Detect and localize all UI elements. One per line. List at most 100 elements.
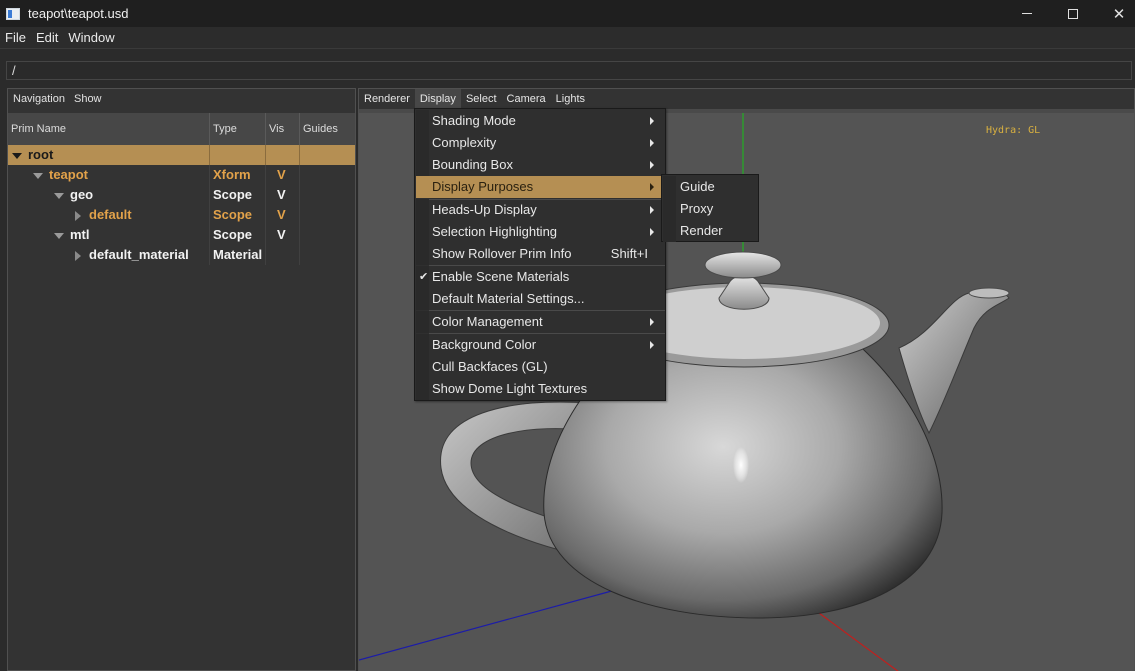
prim-vis[interactable]: V <box>266 185 300 205</box>
viewport-menu-bar: Renderer Display Select Camera Lights <box>359 89 1134 109</box>
checkmark-icon: ✔ <box>419 271 429 283</box>
column-prim-name[interactable]: Prim Name <box>8 113 210 145</box>
menu-select[interactable]: Select <box>461 89 502 109</box>
close-button[interactable]: ✕ <box>1096 0 1135 27</box>
menu-item-heads-up-display[interactable]: Heads-Up Display <box>416 199 664 221</box>
app-window-icon <box>6 7 20 20</box>
display-purposes-submenu: Guide Proxy Render <box>661 174 759 242</box>
minimize-icon <box>1022 13 1032 14</box>
display-menu: Shading Mode Complexity Bounding Box Dis… <box>414 108 666 401</box>
title-bar: teapot\teapot.usd ✕ <box>0 0 1135 27</box>
prim-type: Xform <box>210 165 266 185</box>
prim-path-field[interactable]: / <box>6 61 1132 80</box>
prim-name: teapot <box>49 167 88 182</box>
collapse-arrow-icon[interactable] <box>75 250 81 261</box>
submenu-arrow-icon <box>650 228 654 236</box>
prim-tree-header: Prim Name Type Vis Guides <box>8 113 355 145</box>
expand-arrow-icon[interactable] <box>12 152 22 159</box>
prim-vis[interactable]: V <box>266 225 300 245</box>
menu-item-complexity[interactable]: Complexity <box>416 132 664 154</box>
menu-item-show-dome-light-textures[interactable]: Show Dome Light Textures <box>416 378 664 400</box>
hud-renderer-label: Hydra: GL <box>986 125 1041 136</box>
prim-type: Scope <box>210 205 266 225</box>
submenu-arrow-icon <box>650 139 654 147</box>
prim-guides <box>300 225 355 245</box>
expand-arrow-icon[interactable] <box>33 172 43 179</box>
prim-name: default <box>89 207 132 222</box>
tree-row-default[interactable]: default Scope V <box>8 205 355 225</box>
menu-camera[interactable]: Camera <box>502 89 551 109</box>
submenu-item-guide[interactable]: Guide <box>663 176 757 198</box>
window-title: teapot\teapot.usd <box>28 6 129 21</box>
specular-highlight <box>733 447 749 483</box>
menu-item-shading-mode[interactable]: Shading Mode <box>416 110 664 132</box>
tree-row-mtl[interactable]: mtl Scope V <box>8 225 355 245</box>
z-axis-line <box>359 588 620 661</box>
menu-item-cull-backfaces[interactable]: Cull Backfaces (GL) <box>416 356 664 378</box>
prim-vis[interactable] <box>266 245 300 265</box>
teapot-spout <box>898 290 1010 435</box>
menu-renderer[interactable]: Renderer <box>359 89 415 109</box>
prim-type: Material <box>210 245 266 265</box>
expand-arrow-icon[interactable] <box>54 232 64 239</box>
prim-type <box>210 145 266 165</box>
column-guides[interactable]: Guides <box>300 113 355 145</box>
submenu-item-render[interactable]: Render <box>663 220 757 242</box>
submenu-arrow-icon <box>650 341 654 349</box>
prim-browser-menu: Navigation Show <box>8 89 355 109</box>
menu-item-color-management[interactable]: Color Management <box>416 311 664 333</box>
x-axis-line <box>818 612 899 671</box>
teapot-knob <box>704 251 782 279</box>
menu-item-bounding-box[interactable]: Bounding Box <box>416 154 664 176</box>
tree-row-default-material[interactable]: default_material Material <box>8 245 355 265</box>
teapot-knob-base <box>718 275 770 310</box>
submenu-arrow-icon <box>650 183 654 191</box>
menu-window[interactable]: Window <box>63 30 119 45</box>
submenu-arrow-icon <box>650 117 654 125</box>
prim-name: root <box>28 147 54 162</box>
tree-row-geo[interactable]: geo Scope V <box>8 185 355 205</box>
prim-name: mtl <box>70 227 90 242</box>
maximize-icon <box>1068 8 1078 19</box>
menu-item-show-rollover-prim-info[interactable]: Show Rollover Prim Info Shift+I <box>416 243 664 265</box>
prim-guides <box>300 205 355 225</box>
collapse-arrow-icon[interactable] <box>75 210 81 221</box>
prim-vis[interactable] <box>266 145 300 165</box>
prim-guides <box>300 185 355 205</box>
menu-item-background-color[interactable]: Background Color <box>416 334 664 356</box>
menu-display[interactable]: Display <box>414 89 461 109</box>
menu-file[interactable]: File <box>0 30 31 45</box>
column-vis[interactable]: Vis <box>266 113 300 145</box>
close-icon: ✕ <box>1112 5 1126 23</box>
prim-tree: root teapot Xform V geo Scope V default … <box>8 145 355 265</box>
maximize-button[interactable] <box>1050 0 1096 27</box>
shortcut-label: Shift+I <box>610 246 648 261</box>
submenu-arrow-icon <box>650 318 654 326</box>
prim-vis[interactable]: V <box>266 165 300 185</box>
prim-guides <box>300 145 355 165</box>
menu-item-enable-scene-materials[interactable]: ✔ Enable Scene Materials <box>416 266 664 288</box>
menu-item-default-material-settings[interactable]: Default Material Settings... <box>416 288 664 310</box>
menu-navigation[interactable]: Navigation <box>8 93 69 105</box>
prim-name: geo <box>70 187 94 202</box>
spout-tip <box>968 287 1010 299</box>
prim-name: default_material <box>89 247 189 262</box>
prim-guides <box>300 165 355 185</box>
menu-edit[interactable]: Edit <box>31 30 63 45</box>
prim-type: Scope <box>210 185 266 205</box>
tree-row-teapot[interactable]: teapot Xform V <box>8 165 355 185</box>
menu-show[interactable]: Show <box>69 93 106 105</box>
tree-row-root[interactable]: root <box>8 145 355 165</box>
main-menu-bar: File Edit Window <box>0 27 1135 49</box>
prim-type: Scope <box>210 225 266 245</box>
menu-item-display-purposes[interactable]: Display Purposes <box>416 176 664 198</box>
submenu-arrow-icon <box>650 206 654 214</box>
menu-item-selection-highlighting[interactable]: Selection Highlighting <box>416 221 664 243</box>
prim-guides <box>300 245 355 265</box>
menu-lights[interactable]: Lights <box>551 89 590 109</box>
column-type[interactable]: Type <box>210 113 266 145</box>
expand-arrow-icon[interactable] <box>54 192 64 199</box>
minimize-button[interactable] <box>1004 0 1050 27</box>
prim-vis[interactable]: V <box>266 205 300 225</box>
submenu-item-proxy[interactable]: Proxy <box>663 198 757 220</box>
